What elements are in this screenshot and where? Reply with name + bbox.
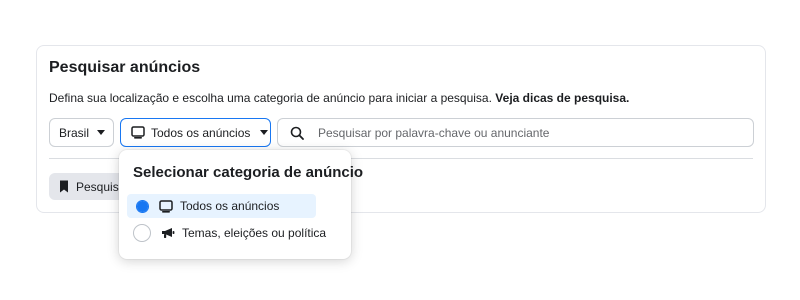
category-select[interactable]: Todos os anúncios bbox=[120, 118, 271, 147]
description-text: Defina sua localização e escolha uma cat… bbox=[49, 91, 492, 105]
panel-description: Defina sua localização e escolha uma cat… bbox=[49, 91, 629, 105]
radio-unselected[interactable] bbox=[133, 224, 151, 242]
megaphone-icon bbox=[161, 227, 175, 239]
monitor-icon bbox=[159, 199, 173, 213]
search-placeholder: Pesquisar por palavra-chave ou anunciant… bbox=[318, 125, 550, 140]
dropdown-title: Selecionar categoria de anúncio bbox=[133, 164, 364, 181]
chevron-down-icon bbox=[260, 130, 269, 135]
search-tips-link[interactable]: Veja dicas de pesquisa. bbox=[495, 91, 629, 105]
page-title: Pesquisar anúncios bbox=[49, 59, 201, 76]
chevron-down-icon bbox=[97, 130, 106, 135]
bookmark-icon bbox=[59, 180, 69, 193]
monitor-icon bbox=[131, 126, 145, 139]
option-politics[interactable]: Temas, eleições ou política bbox=[127, 221, 326, 245]
search-input[interactable]: Pesquisar por palavra-chave ou anunciant… bbox=[277, 118, 754, 147]
category-dropdown: Selecionar categoria de anúncio Todos os… bbox=[119, 150, 363, 259]
option-all-ads[interactable]: Todos os anúncios bbox=[127, 194, 316, 218]
search-icon bbox=[290, 126, 304, 140]
saved-searches-label: Pesquisa bbox=[76, 179, 126, 194]
category-select-label: Todos os anúncios bbox=[151, 125, 251, 140]
option-label: Temas, eleições ou política bbox=[182, 226, 327, 240]
country-select[interactable]: Brasil bbox=[49, 118, 114, 147]
country-select-label: Brasil bbox=[59, 125, 90, 140]
option-label: Todos os anúncios bbox=[180, 199, 280, 213]
radio-selected[interactable] bbox=[136, 199, 149, 213]
